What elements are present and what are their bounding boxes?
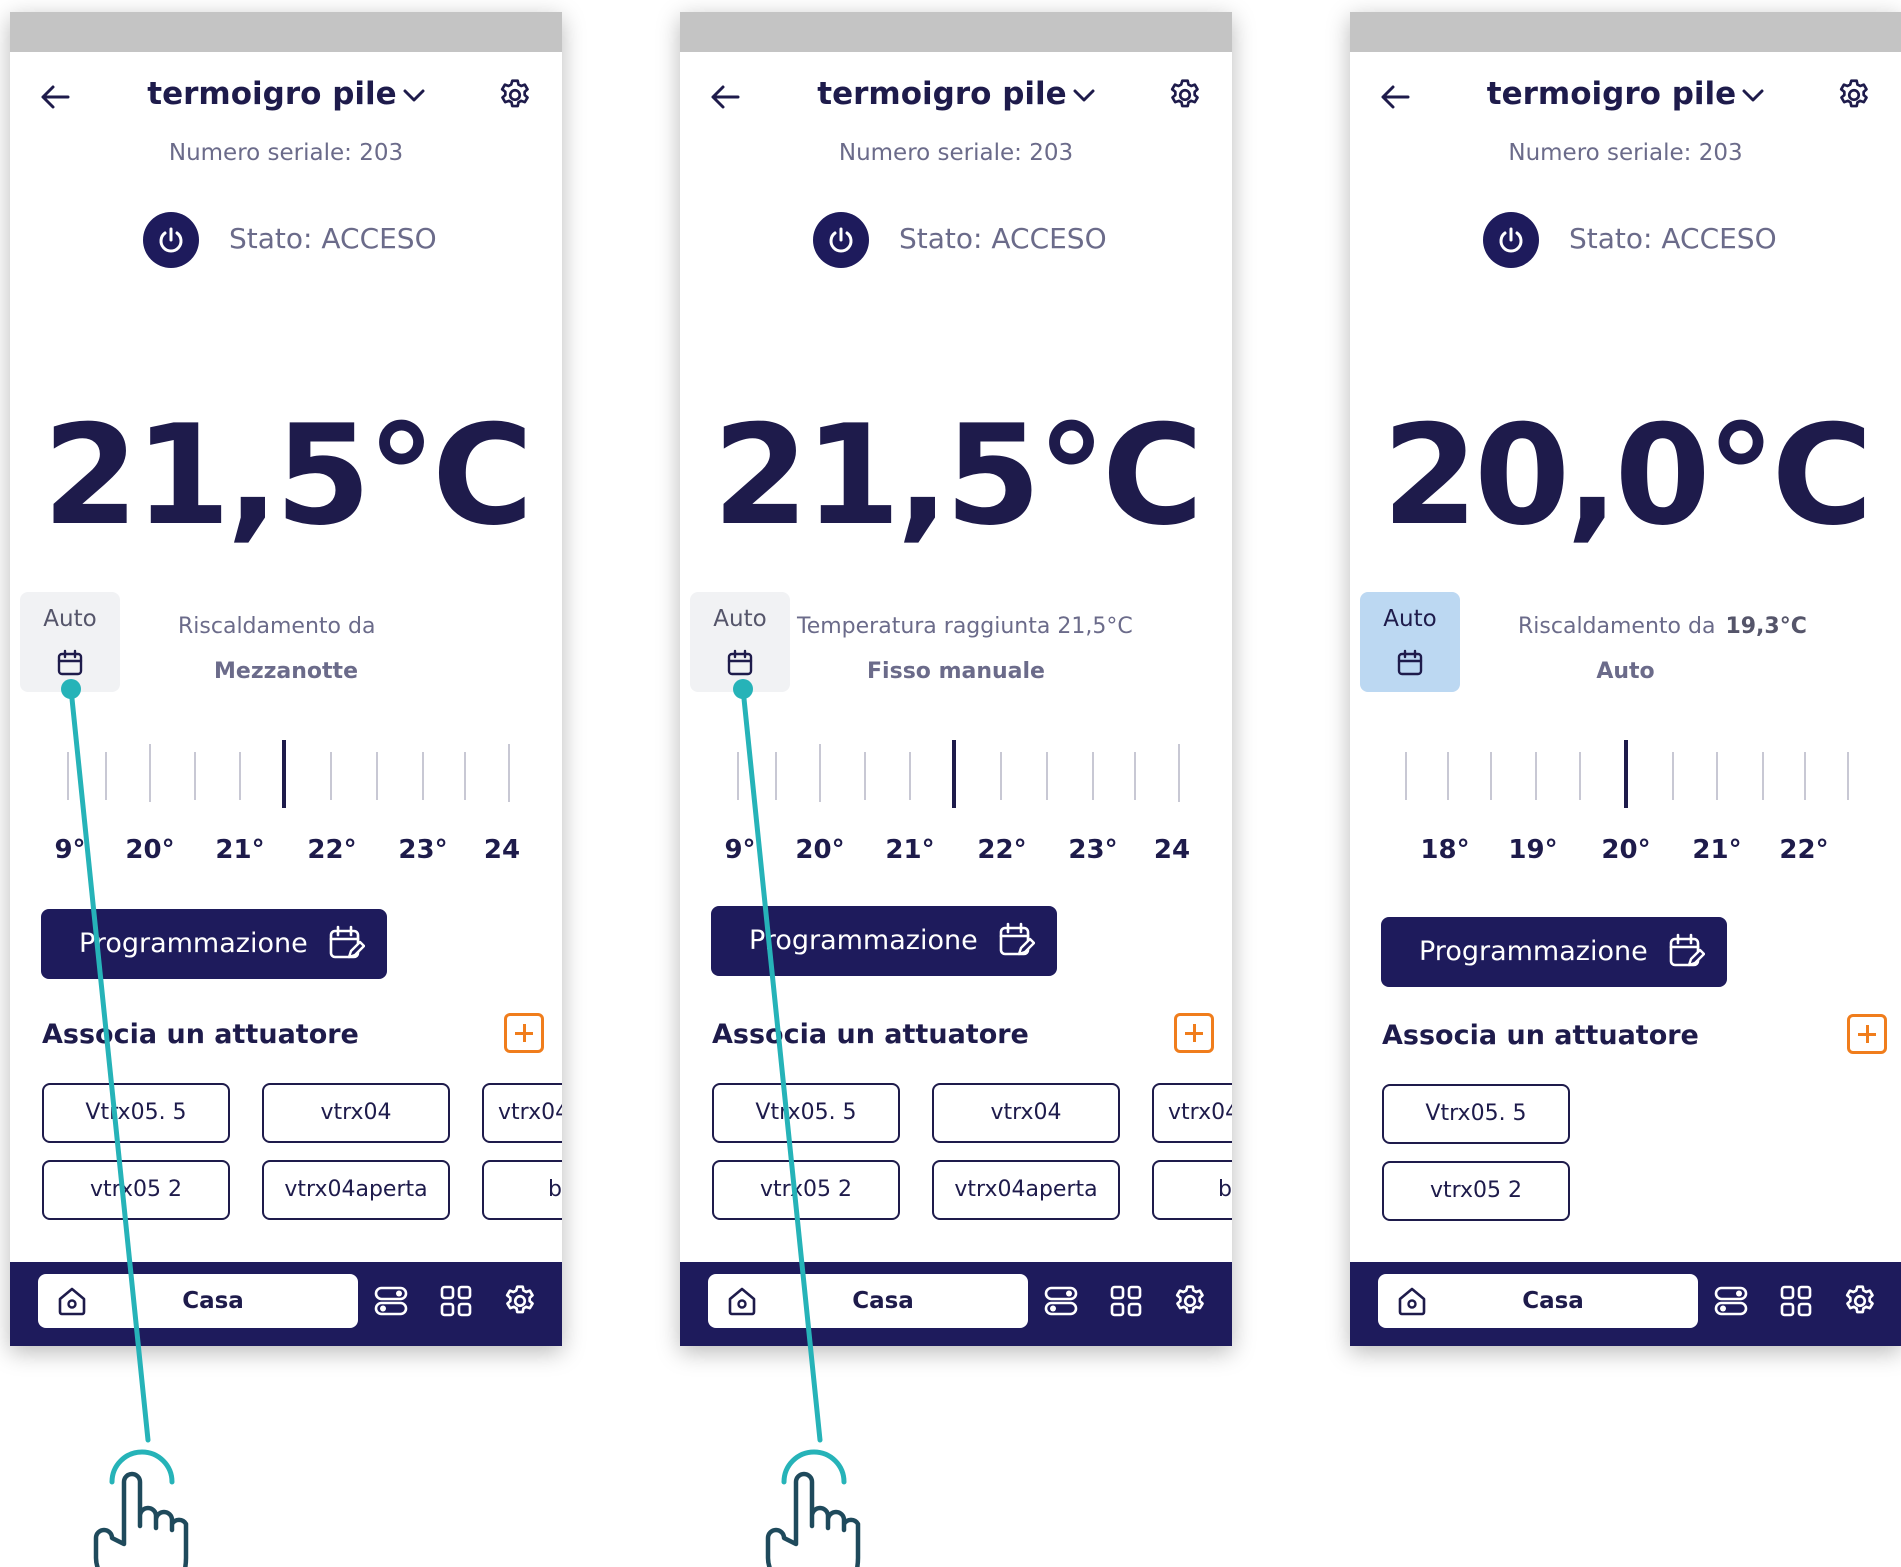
tap-line-1 (61, 679, 151, 1443)
tap-gesture-overlay (61, 679, 861, 1567)
tap-hand-icon (765, 1449, 861, 1567)
tap-hand-icon (93, 1449, 189, 1567)
tap-line-2 (733, 679, 823, 1443)
